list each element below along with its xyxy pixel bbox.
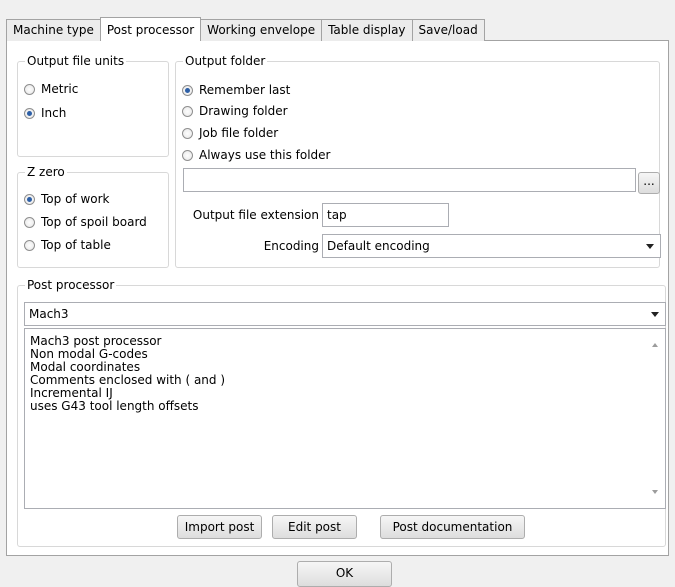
- ok-button[interactable]: OK: [297, 561, 392, 587]
- post-processor-description[interactable]: Mach3 post processor Non modal G-codes M…: [24, 328, 666, 509]
- output-folder-legend: Output folder: [183, 53, 268, 69]
- post-documentation-button[interactable]: Post documentation: [380, 515, 525, 539]
- scroll-up-icon[interactable]: [652, 343, 658, 347]
- tab-bar: Machine type Post processor Working enve…: [6, 17, 485, 41]
- radio-top-of-spoil-board[interactable]: Top of spoil board: [24, 212, 147, 232]
- encoding-label: Encoding: [263, 239, 319, 253]
- radio-always-use-this-folder[interactable]: Always use this folder: [182, 145, 330, 165]
- radio-metric-indicator[interactable]: [24, 83, 35, 95]
- tab-machine-type[interactable]: Machine type: [6, 19, 101, 41]
- browse-folder-button[interactable]: ...: [638, 172, 660, 194]
- output-file-extension-label: Output file extension: [192, 208, 319, 222]
- radio-remember-last-indicator[interactable]: [182, 84, 193, 96]
- radio-inch-indicator[interactable]: [24, 107, 35, 119]
- radio-top-of-work-label: Top of work: [41, 192, 110, 206]
- encoding-value: Default encoding: [327, 239, 430, 253]
- tab-table-display[interactable]: Table display: [321, 19, 413, 41]
- z-zero-group: Z zero Top of work Top of spoil board To…: [17, 164, 169, 268]
- scroll-down-icon[interactable]: [652, 490, 658, 494]
- chevron-down-icon: [651, 312, 659, 317]
- radio-drawing-folder-label: Drawing folder: [199, 104, 288, 118]
- output-folder-group: Output folder Remember last Drawing fold…: [175, 53, 661, 268]
- edit-post-button[interactable]: Edit post: [272, 515, 357, 539]
- tab-post-processor[interactable]: Post processor: [99, 17, 202, 41]
- output-file-units-group: Output file units Metric Inch: [17, 53, 169, 157]
- chevron-down-icon: [646, 244, 654, 249]
- radio-job-file-folder-label: Job file folder: [199, 126, 279, 140]
- radio-remember-last[interactable]: Remember last: [182, 80, 290, 100]
- output-file-extension-input[interactable]: tap: [322, 203, 449, 227]
- radio-metric[interactable]: Metric: [24, 79, 78, 99]
- tab-working-envelope[interactable]: Working envelope: [200, 19, 323, 41]
- radio-inch[interactable]: Inch: [24, 103, 66, 123]
- import-post-button[interactable]: Import post: [177, 515, 262, 539]
- description-line: Comments enclosed with ( and ): [30, 373, 226, 387]
- radio-top-of-table-label: Top of table: [41, 238, 111, 252]
- radio-always-use-this-folder-label: Always use this folder: [199, 148, 331, 162]
- encoding-select[interactable]: Default encoding: [322, 234, 661, 258]
- output-file-units-legend: Output file units: [25, 53, 127, 69]
- post-processor-description-text: Mach3 post processor Non modal G-codes M…: [30, 335, 645, 413]
- z-zero-legend: Z zero: [25, 164, 67, 180]
- radio-top-of-work-indicator[interactable]: [24, 193, 35, 205]
- radio-top-of-spoil-board-label: Top of spoil board: [41, 215, 147, 229]
- radio-job-file-folder-indicator[interactable]: [182, 127, 193, 139]
- post-processor-value: Mach3: [29, 307, 69, 321]
- post-processor-group: Post processor Mach3 Mach3 post processo…: [17, 277, 666, 547]
- tab-save-load[interactable]: Save/load: [411, 19, 485, 41]
- radio-metric-label: Metric: [41, 82, 79, 96]
- radio-always-use-this-folder-indicator[interactable]: [182, 149, 193, 161]
- folder-path-input[interactable]: [183, 168, 636, 192]
- description-line: uses G43 tool length offsets: [30, 399, 199, 413]
- tab-panel: Output file units Metric Inch Z zero Top…: [6, 40, 669, 556]
- radio-top-of-work[interactable]: Top of work: [24, 189, 109, 209]
- radio-top-of-spoil-board-indicator[interactable]: [24, 216, 35, 228]
- radio-remember-last-label: Remember last: [199, 83, 291, 97]
- radio-top-of-table-indicator[interactable]: [24, 239, 35, 251]
- radio-drawing-folder[interactable]: Drawing folder: [182, 101, 288, 121]
- radio-inch-label: Inch: [41, 106, 67, 120]
- radio-drawing-folder-indicator[interactable]: [182, 105, 193, 117]
- radio-top-of-table[interactable]: Top of table: [24, 235, 111, 255]
- post-processor-legend: Post processor: [25, 277, 117, 293]
- radio-job-file-folder[interactable]: Job file folder: [182, 123, 278, 143]
- post-processor-select[interactable]: Mach3: [24, 302, 666, 326]
